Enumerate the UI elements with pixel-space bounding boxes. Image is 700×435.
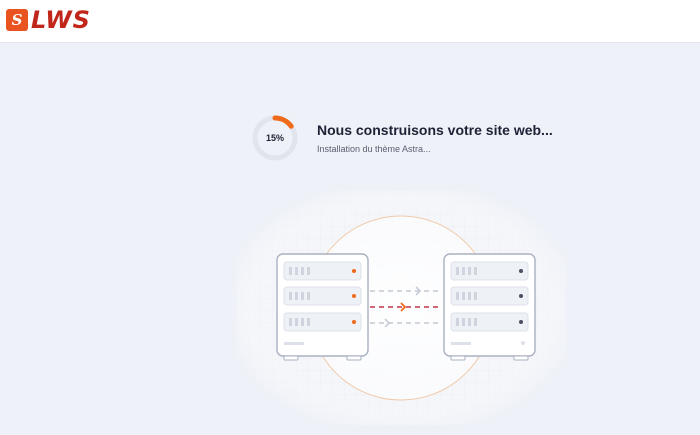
- progress-percent: 15%: [265, 133, 284, 143]
- server-transfer-illustration: [236, 190, 566, 425]
- logo-mark-icon: S: [6, 9, 28, 31]
- lws-logo[interactable]: S LWS: [6, 5, 91, 35]
- server-icon: [443, 253, 536, 361]
- status-subtitle: Installation du thème Astra...: [317, 144, 431, 154]
- top-bar: S LWS: [0, 0, 700, 43]
- page-title: Nous construisons votre site web...: [317, 122, 553, 138]
- server-icon: [276, 253, 369, 361]
- progress-ring: 15%: [251, 114, 299, 162]
- logo-text: LWS: [31, 6, 91, 34]
- illustration-graphic: [236, 190, 566, 425]
